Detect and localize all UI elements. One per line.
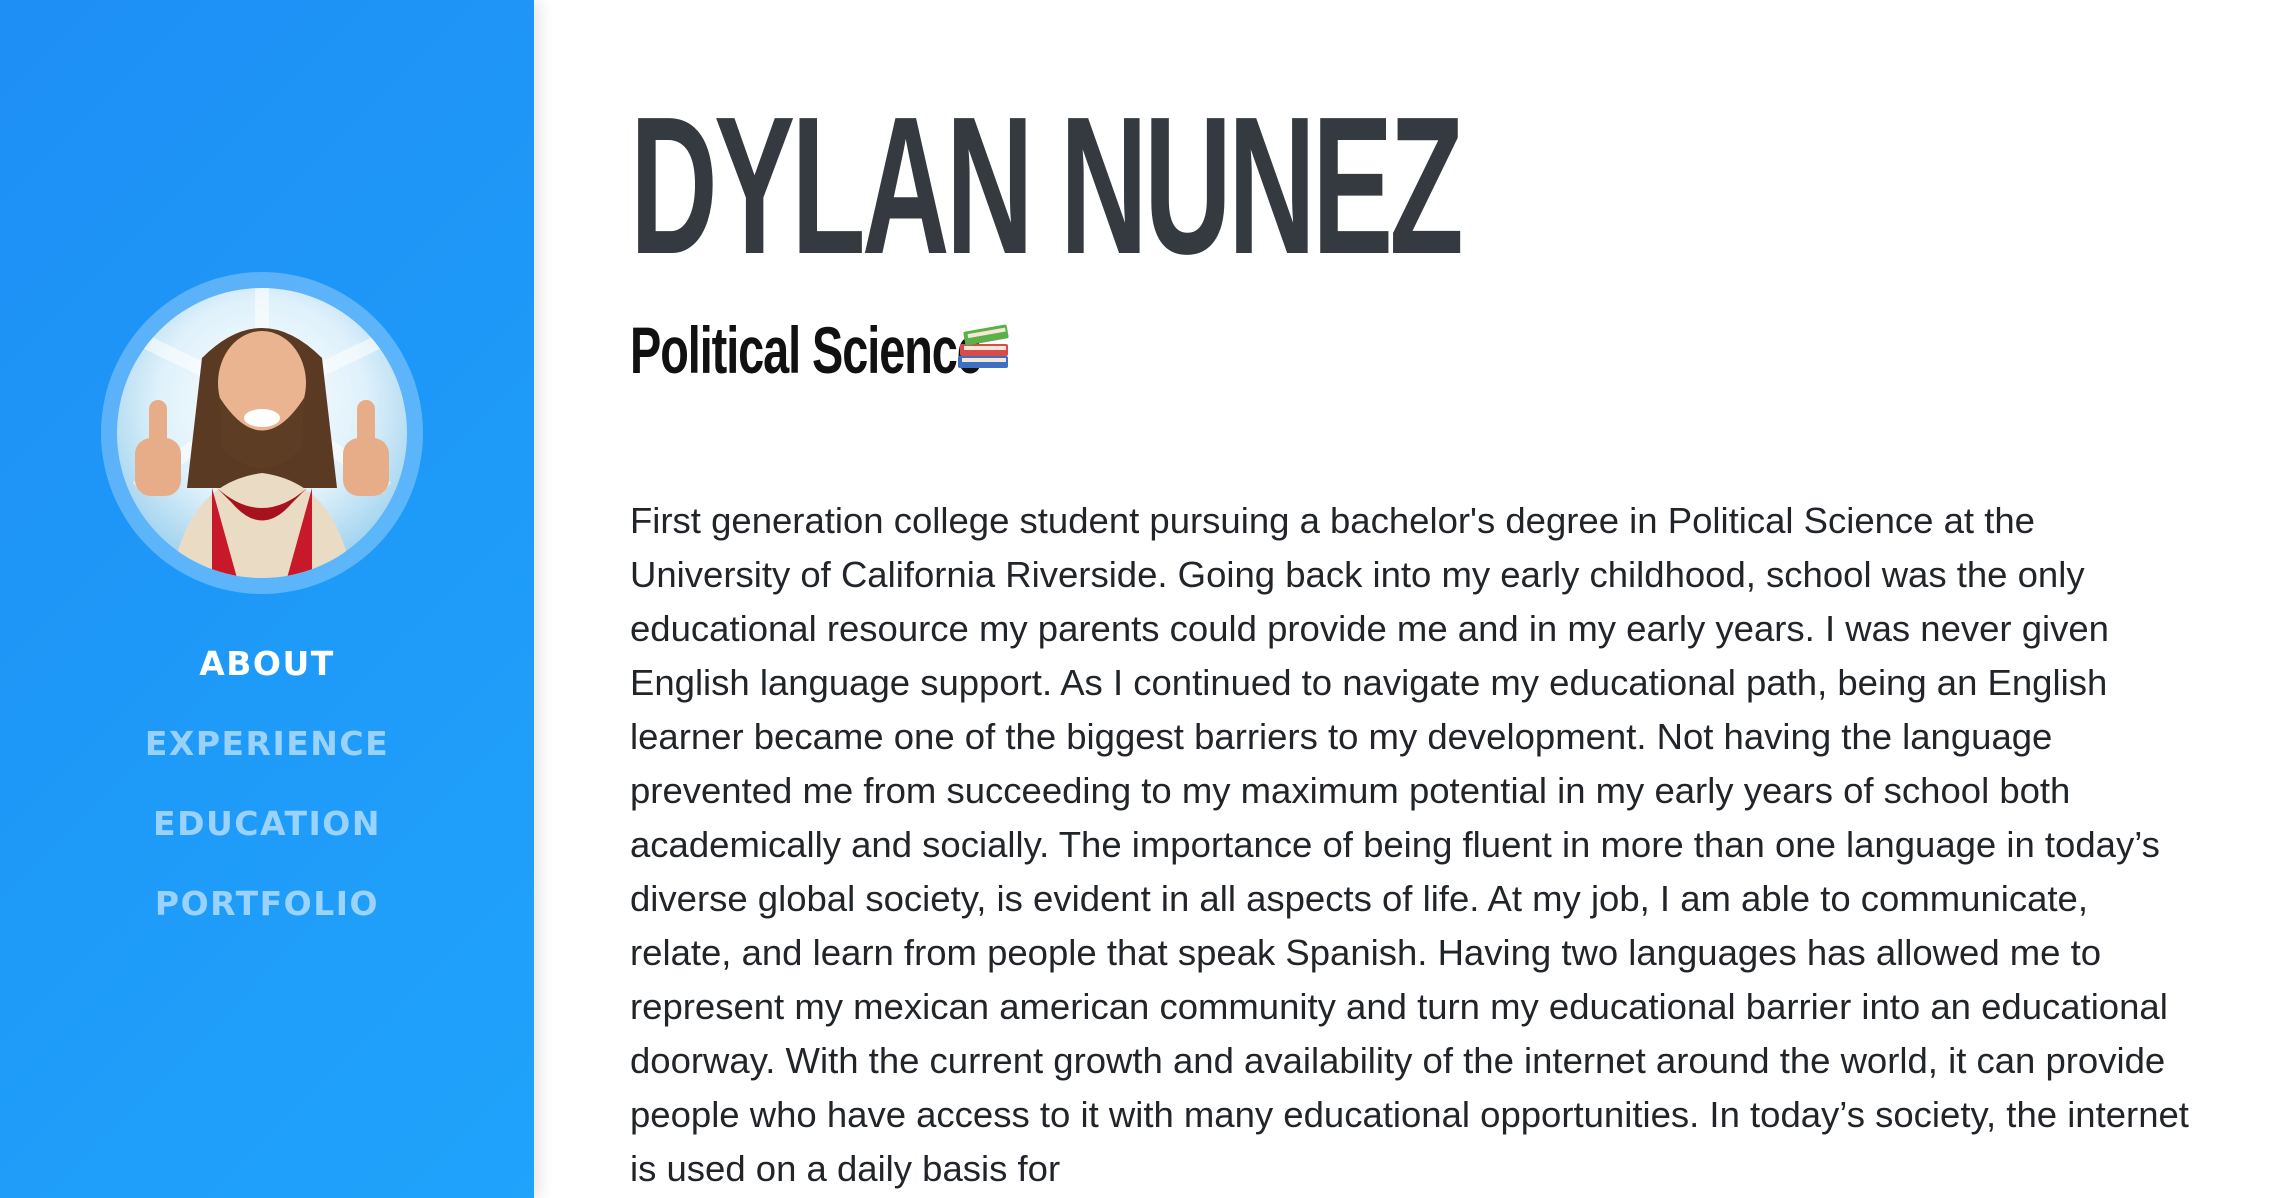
sidebar-nav: ABOUT EXPERIENCE EDUCATION PORTFOLIO [0,632,534,952]
nav-item-portfolio[interactable]: PORTFOLIO [0,872,534,952]
nav-item-about[interactable]: ABOUT [0,632,534,712]
sidebar: ABOUT EXPERIENCE EDUCATION PORTFOLIO [0,0,534,1198]
main-content: DYLAN NUNEZ Political Science First gene… [630,0,2230,1198]
nav-item-education[interactable]: EDUCATION [0,792,534,872]
page-title: DYLAN NUNEZ [630,76,1464,295]
subtitle: Political Science [630,313,983,387]
avatar-ring [101,272,423,594]
about-text: First generation college student pursuin… [630,500,2189,1189]
avatar [117,288,407,578]
books-icon [958,324,1009,368]
nav-item-experience[interactable]: EXPERIENCE [0,712,534,792]
